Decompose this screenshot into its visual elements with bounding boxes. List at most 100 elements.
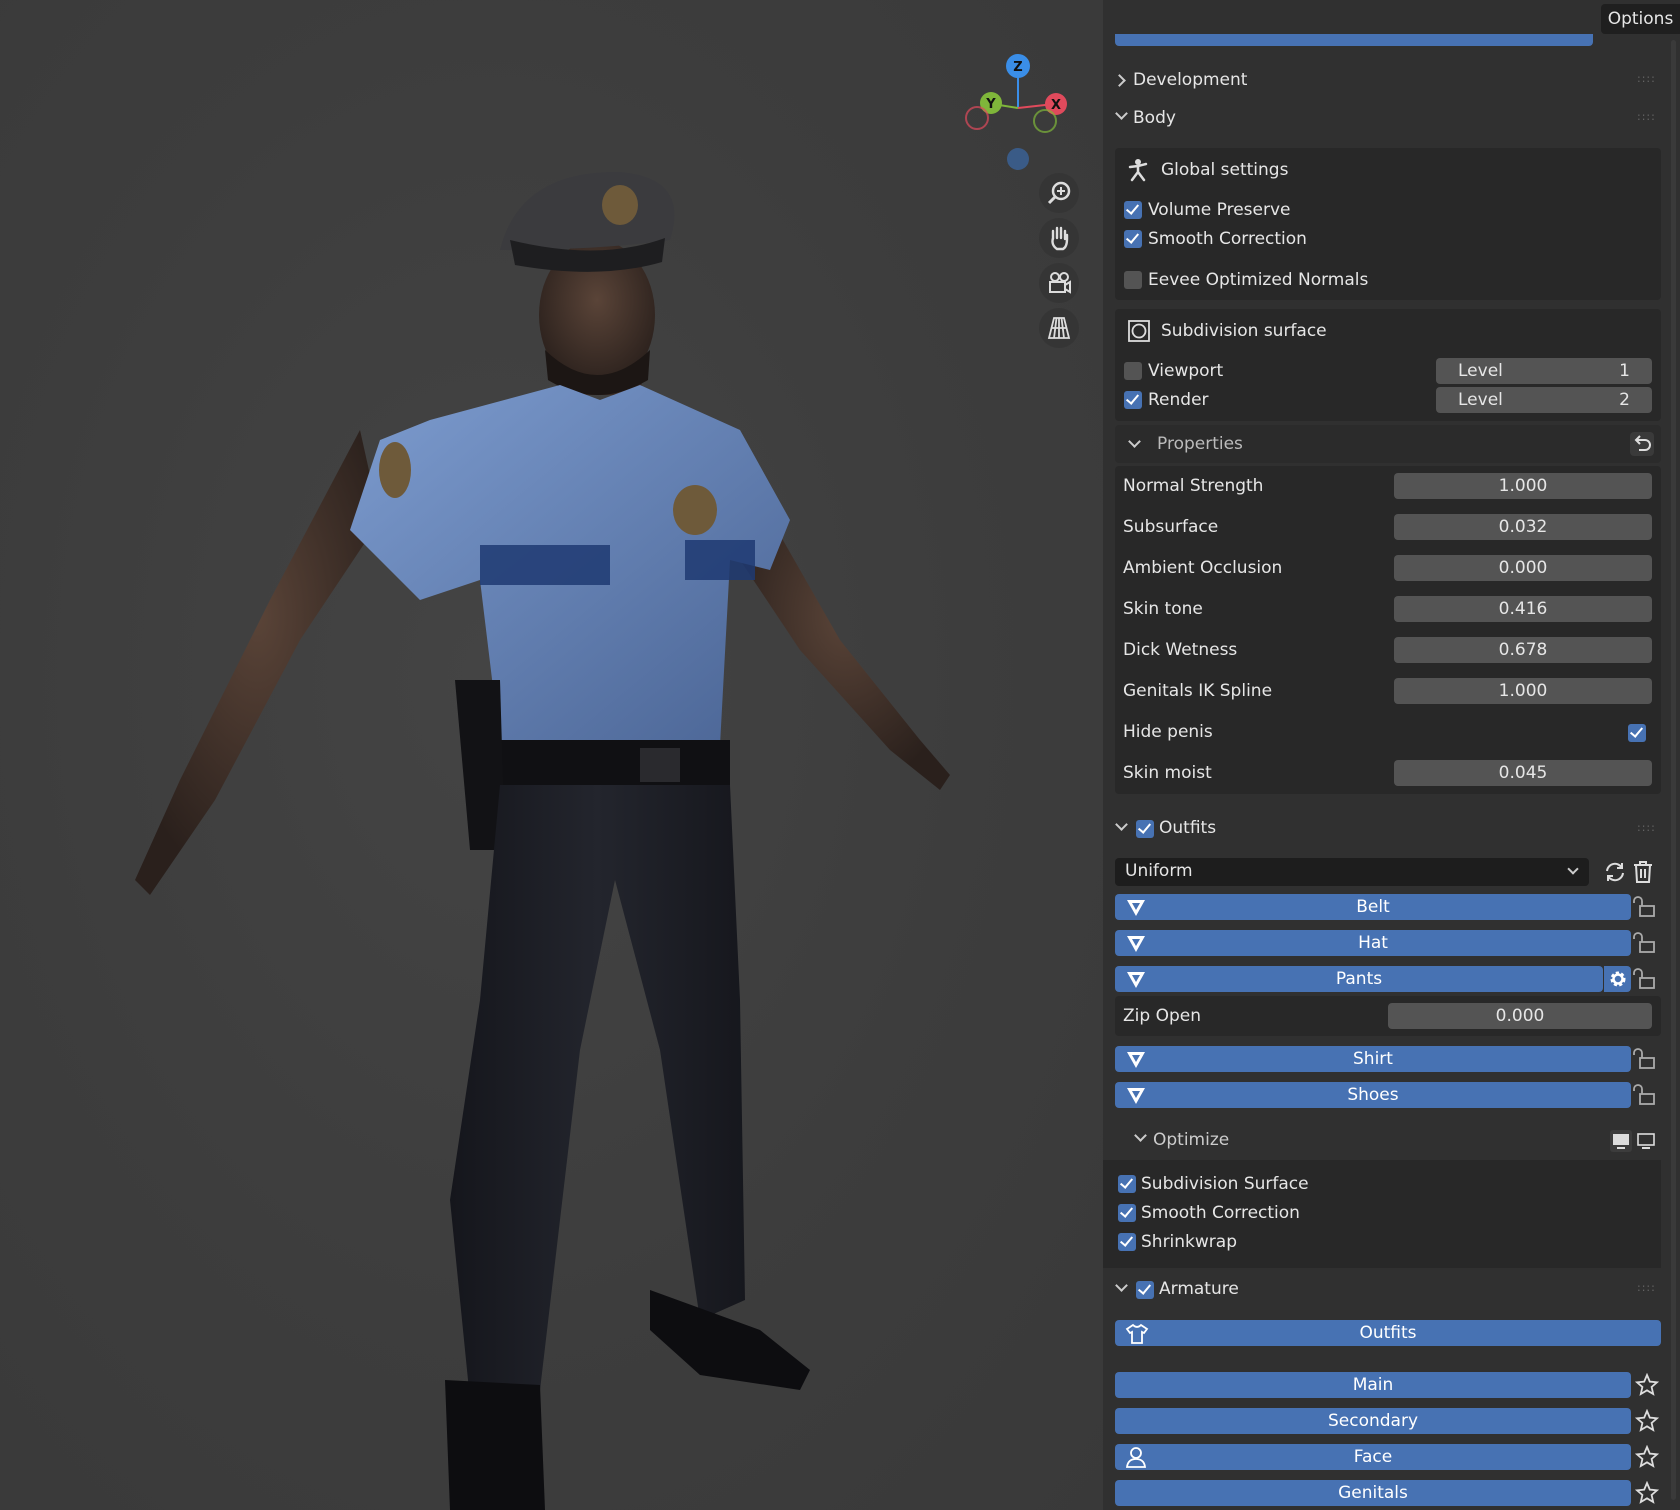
drag-handle-icon[interactable]: :::: (1637, 72, 1656, 85)
star-icon[interactable] (1635, 1445, 1659, 1469)
render-subdiv-checkbox[interactable] (1124, 391, 1142, 409)
bone-group-face-button[interactable]: Face (1115, 1444, 1631, 1470)
pants-settings-button[interactable] (1604, 966, 1631, 992)
monitor-outline-icon[interactable] (1635, 1130, 1657, 1152)
section-development[interactable]: Development (1133, 70, 1247, 90)
bone-group-genitals-button[interactable]: Genitals (1115, 1480, 1631, 1506)
unlock-icon[interactable] (1632, 894, 1660, 920)
zoom-button[interactable] (1039, 173, 1079, 213)
chevron-down-icon[interactable] (1115, 1279, 1128, 1292)
outfit-select[interactable]: Uniform (1115, 858, 1589, 886)
bone-group-main-button[interactable]: Main (1115, 1372, 1631, 1398)
bone-group-face-label: Face (1353, 1447, 1393, 1467)
skin-moist-label: Skin moist (1123, 763, 1212, 783)
subsurface-field[interactable]: 0.032 (1394, 514, 1652, 540)
outfit-pants-button[interactable]: Pants (1115, 966, 1603, 992)
viewport-subdiv-checkbox[interactable] (1124, 362, 1142, 380)
outfit-shirt-label: Shirt (1353, 1049, 1393, 1069)
prop-label: Ambient Occlusion (1123, 558, 1283, 578)
gizmo-x-label: X (1051, 98, 1061, 113)
hide-penis-checkbox[interactable] (1628, 724, 1646, 742)
smooth-correction-checkbox[interactable] (1124, 230, 1142, 248)
normal-strength-field[interactable]: 1.000 (1394, 473, 1652, 499)
opt-smooth-correction-checkbox[interactable] (1118, 1204, 1136, 1222)
unlock-icon[interactable] (1632, 1046, 1660, 1072)
outfit-shoes-button[interactable]: Shoes (1115, 1082, 1631, 1108)
axis-gizmo[interactable]: Z X Y (960, 48, 1080, 178)
ik-spline-field[interactable]: 1.000 (1394, 678, 1652, 704)
opt-subdivision-checkbox[interactable] (1118, 1175, 1136, 1193)
mesh-triangle-icon (1127, 1088, 1145, 1104)
user-icon (1125, 1447, 1147, 1468)
reset-icon[interactable] (1630, 432, 1654, 456)
bone-group-secondary-button[interactable]: Secondary (1115, 1408, 1631, 1434)
section-optimize[interactable]: Optimize (1153, 1130, 1229, 1150)
chevron-down-icon[interactable] (1115, 107, 1128, 120)
outfits-enable-checkbox[interactable] (1136, 820, 1154, 838)
outfit-hat-button[interactable]: Hat (1115, 930, 1631, 956)
chevron-right-icon[interactable] (1113, 74, 1126, 87)
ambient-occlusion-field[interactable]: 0.000 (1394, 555, 1652, 581)
gizmo-z-label: Z (1013, 60, 1022, 75)
chevron-down-icon[interactable] (1115, 818, 1128, 831)
unlock-icon[interactable] (1632, 930, 1660, 956)
bone-group-secondary-label: Secondary (1327, 1411, 1419, 1431)
drag-handle-icon[interactable]: :::: (1637, 821, 1656, 834)
zip-open-label: Zip Open (1123, 1006, 1201, 1026)
star-icon[interactable] (1635, 1481, 1659, 1505)
camera-view-button[interactable] (1039, 263, 1079, 303)
opt-subdivision-label: Subdivision Surface (1141, 1174, 1309, 1194)
prop-label: Dick Wetness (1123, 640, 1238, 660)
sidebar-panel: Options Development :::: Body :::: Globa… (1103, 0, 1680, 1510)
eevee-normals-checkbox[interactable] (1124, 271, 1142, 289)
trash-icon[interactable] (1632, 860, 1654, 884)
armature-outfits-button[interactable]: Outfits (1115, 1320, 1661, 1346)
drag-handle-icon[interactable]: :::: (1637, 110, 1656, 123)
render-level-field[interactable]: Level 2 (1436, 387, 1652, 413)
wetness-field[interactable]: 0.678 (1394, 637, 1652, 663)
outfit-belt-button[interactable]: Belt (1115, 894, 1631, 920)
viewport-subdiv-label: Viewport (1148, 361, 1224, 381)
shirt-icon (1125, 1323, 1149, 1344)
prop-label: Normal Strength (1123, 476, 1264, 496)
zip-open-field[interactable]: 0.000 (1388, 1003, 1652, 1029)
section-armature[interactable]: Armature (1159, 1279, 1239, 1299)
render-subdiv-label: Render (1148, 390, 1209, 410)
gizmo-neg-x (965, 106, 989, 130)
perspective-toggle-button[interactable] (1039, 308, 1079, 348)
pan-button[interactable] (1039, 218, 1079, 258)
opt-shrinkwrap-checkbox[interactable] (1118, 1233, 1136, 1251)
section-outfits[interactable]: Outfits (1159, 818, 1216, 838)
drag-handle-icon[interactable]: :::: (1637, 1281, 1656, 1294)
viewport-level-value: 1 (1619, 361, 1630, 381)
scrollbar[interactable] (1671, 40, 1676, 1500)
mesh-triangle-icon (1127, 936, 1145, 952)
skin-tone-field[interactable]: 0.416 (1394, 596, 1652, 622)
gear-icon (1610, 971, 1625, 987)
star-icon[interactable] (1635, 1409, 1659, 1433)
unlock-icon[interactable] (1632, 1082, 1660, 1108)
section-body[interactable]: Body (1133, 108, 1176, 128)
prop-label: Skin tone (1123, 599, 1203, 619)
armature-enable-checkbox[interactable] (1136, 1281, 1154, 1299)
options-tab[interactable]: Options (1601, 4, 1680, 34)
subdivision-modifier-icon (1128, 320, 1150, 342)
smooth-correction-label: Smooth Correction (1148, 229, 1307, 249)
viewport-level-field[interactable]: Level 1 (1436, 358, 1652, 384)
outfit-shirt-button[interactable]: Shirt (1115, 1046, 1631, 1072)
chevron-down-icon[interactable] (1134, 1129, 1147, 1142)
skin-moist-field[interactable]: 0.045 (1394, 760, 1652, 786)
top-scrolled-button[interactable] (1115, 34, 1593, 46)
star-icon[interactable] (1635, 1373, 1659, 1397)
volume-preserve-checkbox[interactable] (1124, 201, 1142, 219)
global-settings-title: Global settings (1161, 160, 1289, 180)
gizmo-neg-z (1007, 148, 1029, 170)
refresh-icon[interactable] (1603, 860, 1627, 884)
3d-viewport[interactable]: Z X Y (0, 0, 1103, 1510)
unlock-icon[interactable] (1632, 966, 1660, 992)
level-label: Level (1458, 361, 1503, 381)
outfit-select-value: Uniform (1125, 861, 1193, 881)
monitor-icon[interactable] (1610, 1130, 1632, 1152)
prop-label: Genitals IK Spline (1123, 681, 1273, 701)
bone-group-genitals-label: Genitals (1338, 1483, 1408, 1503)
